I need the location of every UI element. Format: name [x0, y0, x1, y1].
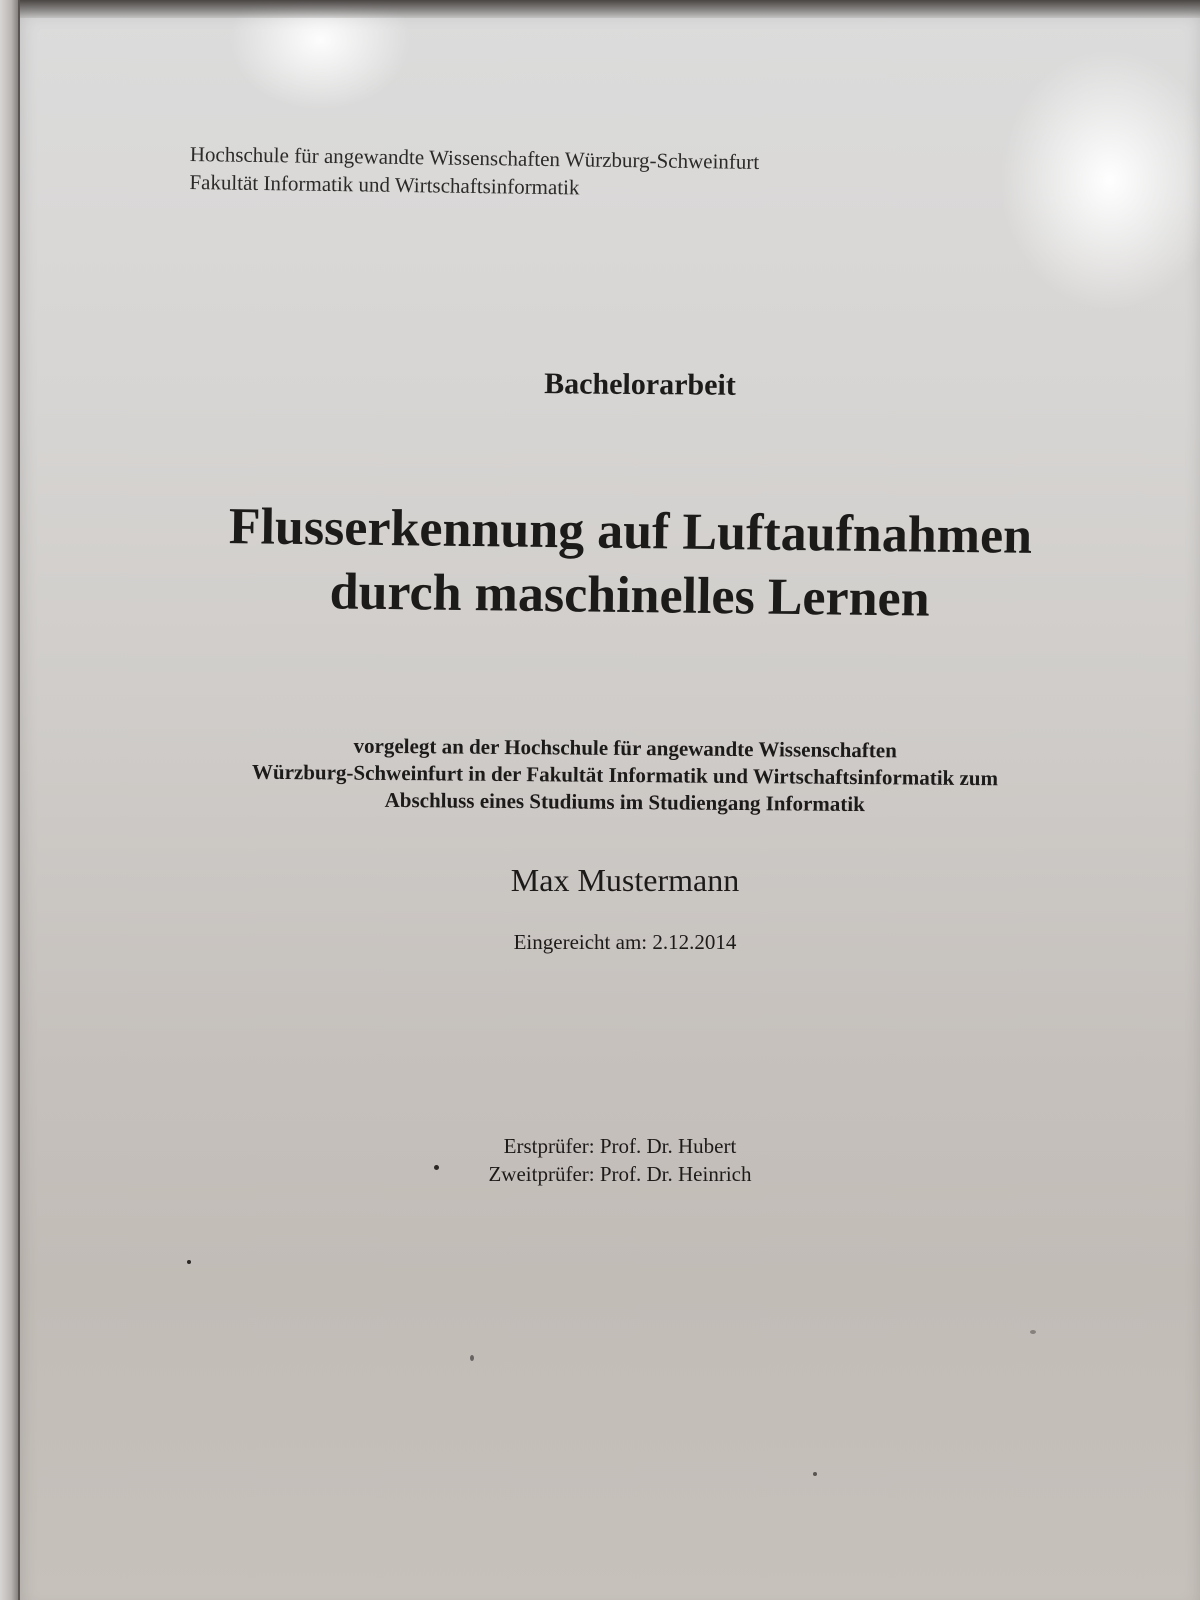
second-examiner: Zweitprüfer: Prof. Dr. Heinrich: [488, 1162, 752, 1186]
dust-speck: [813, 1472, 817, 1476]
submission-note: vorgelegt an der Hochschule für angewand…: [0, 730, 1200, 822]
photo-scene: Hochschule für angewandte Wissenschaften…: [0, 0, 1200, 1600]
dust-speck: [187, 1260, 191, 1264]
page-top-shadow: [20, 0, 1200, 18]
dust-speck: [1030, 1330, 1036, 1334]
author-name: Max Mustermann: [510, 862, 740, 898]
thesis-title: Flusserkennung auf Luftaufnahmen durch m…: [0, 492, 1200, 635]
dust-speck: [434, 1165, 439, 1170]
first-examiner: Erstprüfer: Prof. Dr. Hubert: [503, 1134, 737, 1158]
dust-speck: [470, 1355, 474, 1361]
examiners: Erstprüfer: Prof. Dr. Hubert Zweitprüfer…: [0, 1132, 1200, 1188]
submission-date: Eingereicht am: 2.12.2014: [513, 930, 737, 954]
institution-header: Hochschule für angewandte Wissenschaften…: [189, 140, 759, 204]
